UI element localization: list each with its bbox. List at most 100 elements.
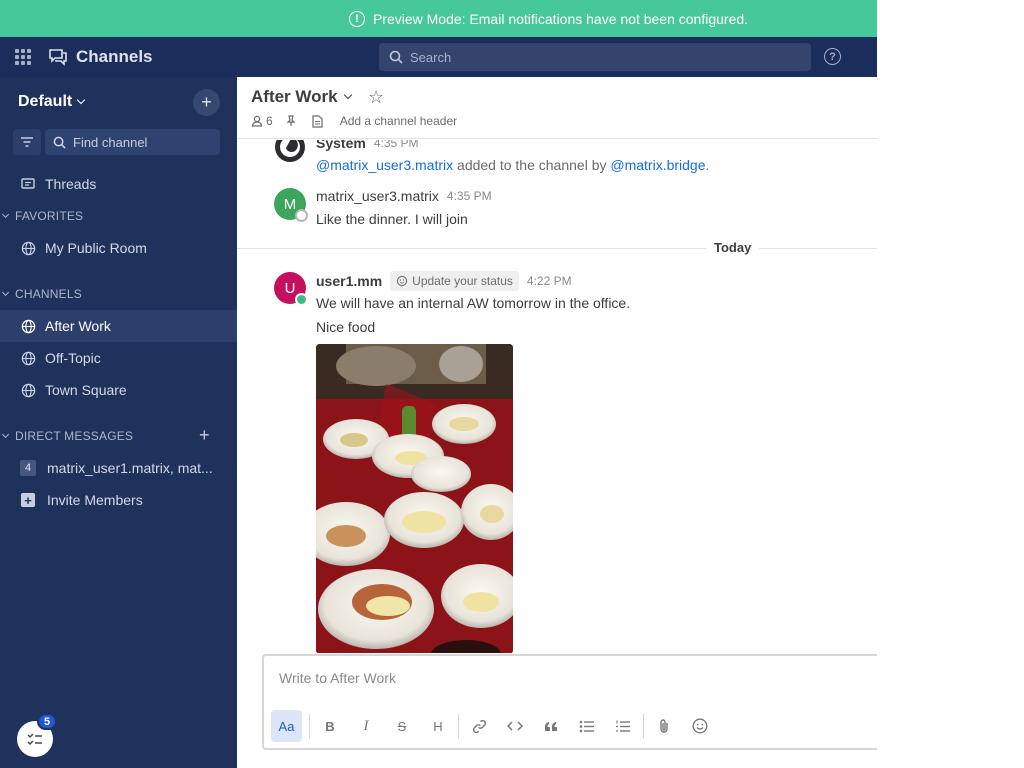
online-status-icon <box>295 293 308 306</box>
sidebar-item-threads[interactable]: Threads <box>0 168 237 200</box>
channels-section-header[interactable]: CHANNELS <box>1 287 82 301</box>
heading-icon[interactable]: H <box>420 710 456 742</box>
post-message: @matrix_user3.matrix added to the channe… <box>316 157 709 173</box>
star-icon[interactable]: ☆ <box>368 87 384 108</box>
plus-icon: + <box>21 493 35 508</box>
team-name: Default <box>18 93 73 110</box>
toolbar-separator <box>309 714 310 738</box>
product-switcher[interactable]: Channels <box>48 47 153 67</box>
sidebar-item-label: My Public Room <box>45 240 147 256</box>
sidebar-item-after-work[interactable]: After Work <box>0 310 237 342</box>
section-title: FAVORITES <box>15 209 84 223</box>
filter-icon <box>21 137 33 147</box>
toolbar-separator <box>643 714 644 738</box>
chevron-down-icon <box>1 210 10 219</box>
sidebar-item-off-topic[interactable]: Off-Topic <box>0 342 237 374</box>
post-message: Nice food <box>316 319 376 335</box>
post-author[interactable]: System <box>316 140 366 151</box>
sidebar: Default + Find channel Threads FAVORITES… <box>0 77 237 768</box>
pin-icon <box>286 115 296 126</box>
post-time[interactable]: 4:35 PM <box>447 189 492 203</box>
channel-meta: 6 Add a channel header <box>251 114 457 128</box>
help-icon[interactable]: ? <box>824 48 841 65</box>
members-button[interactable]: 6 <box>251 114 273 128</box>
product-name: Channels <box>76 47 153 66</box>
post-author[interactable]: user1.mm <box>316 273 382 289</box>
avatar-letter: U <box>284 279 296 297</box>
quote-icon[interactable] <box>533 710 569 742</box>
channel-name-button[interactable]: After Work <box>251 87 352 107</box>
find-channel-button[interactable]: Find channel <box>45 129 220 155</box>
add-direct-message-button[interactable]: + <box>199 425 210 446</box>
sidebar-item-label: Invite Members <box>47 492 143 508</box>
bulleted-list-icon[interactable] <box>569 710 605 742</box>
globe-icon <box>19 351 37 366</box>
post-message: We will have an internal AW tomorrow in … <box>316 295 631 311</box>
chevron-down-icon <box>1 430 10 439</box>
status-icon <box>396 275 408 287</box>
threads-icon <box>19 177 37 191</box>
post-author[interactable]: matrix_user3.matrix <box>316 188 439 204</box>
channel-files-button[interactable] <box>312 114 326 128</box>
banner-text: Preview Mode: Email notifications have n… <box>372 10 749 27</box>
link-icon[interactable] <box>461 710 497 742</box>
strikethrough-icon[interactable]: S <box>384 710 420 742</box>
emoji-icon[interactable] <box>682 710 718 742</box>
toolbar-separator <box>458 714 459 738</box>
formatting-toggle-button[interactable]: Aa <box>271 710 302 742</box>
bold-icon[interactable]: B <box>312 710 348 742</box>
food-photo-image <box>316 344 513 653</box>
favorites-section-header[interactable]: FAVORITES <box>1 209 84 223</box>
globe-icon <box>19 241 37 256</box>
add-channel-header-link[interactable]: Add a channel header <box>340 114 457 128</box>
notification-count-badge: 5 <box>37 713 57 730</box>
info-icon: ! <box>348 10 365 27</box>
offline-status-icon <box>295 209 308 222</box>
product-menu-icon[interactable] <box>15 49 31 65</box>
mention-link[interactable]: @matrix_user3.matrix <box>316 157 453 173</box>
image-attachment[interactable] <box>316 344 513 653</box>
globe-icon <box>19 383 37 398</box>
filter-button[interactable] <box>13 129 41 155</box>
sidebar-item-my-public-room[interactable]: My Public Room <box>0 232 237 264</box>
post-time[interactable]: 4:22 PM <box>527 274 572 288</box>
message-input[interactable]: Write to After Work <box>279 670 396 686</box>
code-icon[interactable] <box>497 710 533 742</box>
message-composer[interactable]: Write to After Work Aa B I S H <box>262 654 877 750</box>
sidebar-item-label: matrix_user1.matrix, mat... <box>47 460 213 476</box>
pinned-messages-button[interactable] <box>285 115 300 127</box>
checklist-icon <box>27 733 42 746</box>
globe-icon <box>19 319 37 334</box>
sidebar-item-label: Threads <box>45 176 97 192</box>
member-icon <box>251 115 263 127</box>
app-window: ! Preview Mode: Email notifications have… <box>0 0 877 768</box>
chevron-down-icon <box>1 288 10 297</box>
chevron-down-icon <box>343 90 352 100</box>
member-count: 6 <box>266 114 273 128</box>
preview-mode-banner: ! Preview Mode: Email notifications have… <box>0 0 877 37</box>
member-count-badge: 4 <box>20 460 36 476</box>
search-icon <box>389 50 403 64</box>
sidebar-item-town-square[interactable]: Town Square <box>0 374 237 406</box>
italic-icon[interactable]: I <box>348 710 384 742</box>
section-title: CHANNELS <box>15 287 82 301</box>
numbered-list-icon[interactable] <box>605 710 641 742</box>
sidebar-item-group-dm[interactable]: 4 matrix_user1.matrix, mat... <box>0 452 237 484</box>
update-status-button[interactable]: Update your status <box>390 271 519 291</box>
mention-link[interactable]: @matrix.bridge <box>610 157 705 173</box>
channel-name: After Work <box>251 87 338 106</box>
file-icon <box>312 114 323 128</box>
post-message: Like the dinner. I will join <box>316 211 468 227</box>
team-menu-button[interactable]: Default <box>18 93 86 111</box>
search-input[interactable]: Search <box>379 43 811 71</box>
post-list: System 4:35 PM @matrix_user3.matrix adde… <box>237 140 877 653</box>
sidebar-item-label: After Work <box>45 318 111 334</box>
add-channel-button[interactable]: + <box>193 89 220 116</box>
direct-messages-section-header[interactable]: DIRECT MESSAGES <box>1 429 133 443</box>
invite-members-button[interactable]: + Invite Members <box>0 484 237 516</box>
status-chip-label: Update your status <box>412 274 513 288</box>
attachment-icon[interactable] <box>646 710 682 742</box>
find-channel-label: Find channel <box>73 134 148 150</box>
post-time[interactable]: 4:35 PM <box>374 140 419 150</box>
formatting-toolbar: Aa B I S H <box>271 710 718 742</box>
